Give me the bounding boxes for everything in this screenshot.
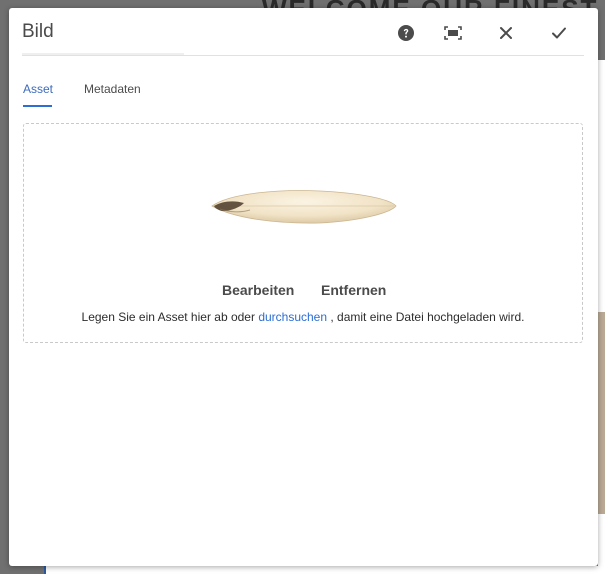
close-button[interactable]: [493, 21, 519, 45]
background-page-border: [44, 566, 46, 574]
remove-button[interactable]: Entfernen: [321, 282, 386, 298]
drop-hint-text-after: , damit eine Datei hochgeladen wird.: [327, 310, 525, 324]
background-page-footer: [46, 566, 598, 574]
tab-metadaten[interactable]: Metadaten: [84, 82, 141, 96]
drop-hint-text-before: Legen Sie ein Asset hier ab oder: [81, 310, 259, 324]
background-page-image: [598, 312, 605, 514]
asset-dropzone[interactable]: Bearbeiten Entfernen Legen Sie ein Asset…: [23, 123, 583, 343]
confirm-button[interactable]: [546, 21, 572, 45]
tab-asset[interactable]: Asset: [23, 82, 53, 96]
active-tab-indicator: [23, 105, 52, 107]
browse-link[interactable]: durchsuchen: [258, 310, 327, 324]
close-icon: [499, 26, 513, 40]
image-dialog: Bild Asset Metadaten Bearbeiten Entferne…: [9, 8, 598, 566]
help-button[interactable]: [393, 21, 419, 45]
edit-button[interactable]: Bearbeiten: [222, 282, 294, 298]
help-icon: [398, 25, 414, 41]
header-divider: [22, 55, 584, 56]
fullscreen-button[interactable]: [440, 21, 466, 45]
dialog-title: Bild: [22, 21, 54, 42]
background-page-panel: [598, 60, 605, 574]
drop-hint: Legen Sie ein Asset hier ab oder durchsu…: [24, 310, 582, 324]
asset-thumbnail: [210, 179, 398, 229]
fullscreen-icon: [444, 26, 462, 40]
checkmark-icon: [551, 26, 567, 40]
dialog-header: Bild: [9, 8, 598, 56]
